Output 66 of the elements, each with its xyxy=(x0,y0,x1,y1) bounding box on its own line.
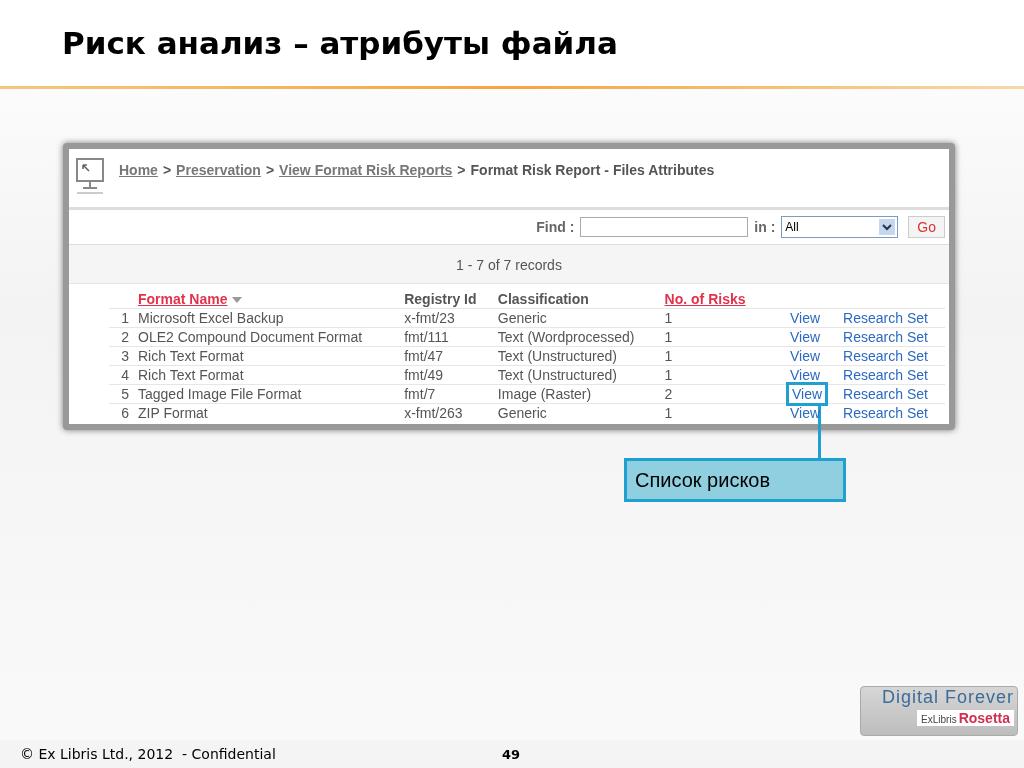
research-set-link[interactable]: Research Set xyxy=(843,367,928,383)
sort-caret-icon[interactable] xyxy=(232,296,243,303)
slide-title: Риск анализ – атрибуты файла xyxy=(62,25,618,61)
breadcrumb-separator: > xyxy=(457,162,466,178)
table-cell: fmt/7 xyxy=(404,386,436,402)
view-link[interactable]: View xyxy=(789,348,821,364)
breadcrumb-current: Format Risk Report - Files Attributes xyxy=(470,162,715,178)
column-header-link[interactable]: Format Name xyxy=(138,290,228,307)
view-link[interactable]: View xyxy=(789,329,821,345)
table-cell: Rich Text Format xyxy=(138,348,244,364)
table-cell: Image (Raster) xyxy=(497,386,592,402)
breadcrumb-link[interactable]: Home xyxy=(119,162,158,178)
row-number: 2 xyxy=(121,329,129,345)
scope-dropdown[interactable]: All xyxy=(781,216,899,238)
row-number: 5 xyxy=(121,386,129,402)
logo-product: Rosetta xyxy=(958,710,1010,726)
page-number: 49 xyxy=(502,746,521,762)
table-cell: x-fmt/23 xyxy=(404,310,455,326)
view-link[interactable]: View xyxy=(789,367,821,383)
breadcrumb-separator: > xyxy=(162,162,172,178)
table-cell: Generic xyxy=(497,310,547,326)
logo-brand: ExLibris xyxy=(921,714,957,725)
breadcrumb-link[interactable]: View Format Risk Reports xyxy=(279,162,453,178)
table-cell: 1 xyxy=(664,405,673,421)
go-button[interactable]: Go xyxy=(908,216,945,238)
row-number: 4 xyxy=(121,367,129,383)
find-label: Find : xyxy=(536,219,575,235)
table-cell: 1 xyxy=(664,367,673,383)
footer-copyright: © Ex Libris Ltd., 2012 - Confidential xyxy=(20,746,277,762)
table-cell: x-fmt/263 xyxy=(404,405,463,421)
table-cell: Microsoft Excel Backup xyxy=(138,310,284,326)
table-cell: ZIP Format xyxy=(138,405,208,421)
logo-tagline: Digital Forever xyxy=(881,687,1014,708)
table-cell: 1 xyxy=(664,348,673,364)
table-cell: fmt/49 xyxy=(404,367,444,383)
research-set-link[interactable]: Research Set xyxy=(843,405,928,421)
row-number: 1 xyxy=(121,310,129,326)
table-cell: Text (Unstructured) xyxy=(497,348,617,364)
callout-box: Список рисков xyxy=(624,458,846,502)
row-number: 6 xyxy=(121,405,129,421)
research-set-link[interactable]: Research Set xyxy=(843,329,928,345)
table-cell: Tagged Image File Format xyxy=(138,386,302,402)
table-cell: fmt/47 xyxy=(404,348,444,364)
table-cell: Rich Text Format xyxy=(138,367,244,383)
table-cell: Text (Wordprocessed) xyxy=(497,329,635,345)
view-link[interactable]: View xyxy=(789,310,821,326)
breadcrumb-separator: > xyxy=(265,162,275,178)
table-cell: Generic xyxy=(497,405,547,421)
table-cell: 2 xyxy=(664,386,673,402)
in-label: in : xyxy=(754,219,776,235)
column-header-link[interactable]: No. of Risks xyxy=(664,290,746,307)
research-set-link[interactable]: Research Set xyxy=(843,310,928,326)
breadcrumb-link[interactable]: Preservation xyxy=(176,162,261,178)
table-cell: 1 xyxy=(664,310,673,326)
column-header: Registry Id xyxy=(404,290,477,307)
table-cell: 1 xyxy=(664,329,673,345)
monitor-icon xyxy=(75,157,105,195)
table-cell: fmt/111 xyxy=(404,329,449,345)
find-field[interactable] xyxy=(580,217,749,237)
column-header: Classification xyxy=(497,290,589,307)
row-number: 3 xyxy=(121,348,129,364)
records-count: 1 - 7 of 7 records xyxy=(456,257,562,273)
research-set-link[interactable]: Research Set xyxy=(843,386,928,402)
table-cell: Text (Unstructured) xyxy=(497,367,617,383)
research-set-link[interactable]: Research Set xyxy=(843,348,928,364)
table-cell: OLE2 Compound Document Format xyxy=(138,329,363,345)
